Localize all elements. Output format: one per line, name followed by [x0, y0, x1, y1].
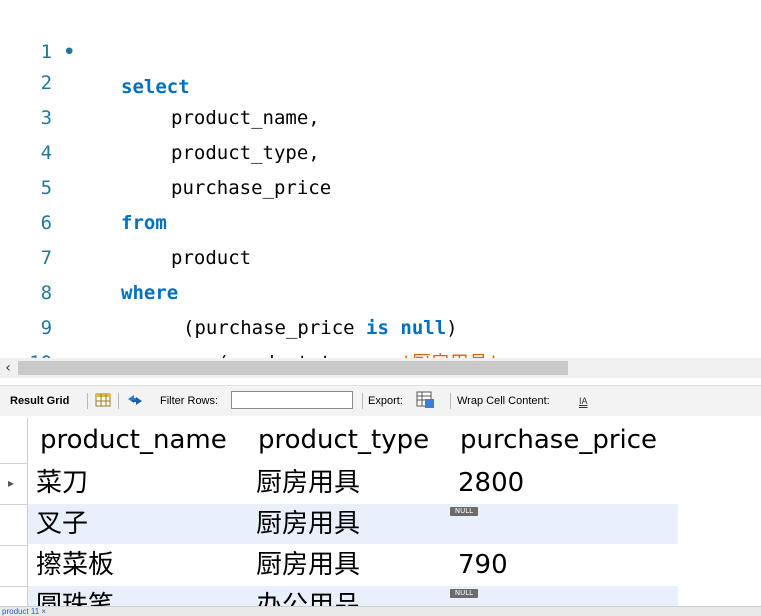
code-line: 6 product	[0, 171, 761, 269]
cell-product-type[interactable]: 厨房用具	[256, 545, 360, 585]
grid-layout-icon[interactable]	[95, 392, 111, 412]
filter-icon[interactable]	[126, 392, 144, 412]
cell-product-name[interactable]: 擦菜板	[36, 545, 114, 585]
toolbar-divider	[87, 393, 88, 409]
code-line: 2 product_name,	[0, 31, 761, 129]
cell-product-type[interactable]: 厨房用具	[256, 463, 360, 503]
sql-editor[interactable]: 1 • select 2 product_name, 3 product_typ…	[0, 0, 761, 409]
result-grid: product_name product_type purchase_price…	[0, 418, 761, 606]
cell-purchase-price[interactable]: 2800	[458, 463, 524, 503]
toolbar-divider	[118, 393, 119, 409]
cell-product-type[interactable]: 厨房用具	[256, 504, 360, 544]
horizontal-scrollbar[interactable]: ‹	[0, 358, 761, 378]
scrollbar-thumb[interactable]	[18, 361, 568, 375]
row-divider	[0, 586, 28, 587]
cell-product-name[interactable]: 叉子	[36, 504, 88, 544]
wrap-cell-content-label: Wrap Cell Content:	[457, 395, 550, 407]
result-grid-tab[interactable]: Result Grid	[10, 394, 69, 408]
code-line: 10 and purchase_price between 790 and 28…	[0, 311, 761, 409]
code-line: 8 (purchase_price is null)	[0, 241, 761, 339]
filter-rows-label: Filter Rows:	[160, 395, 219, 407]
cell-product-name[interactable]: 圆珠笔	[36, 586, 114, 606]
null-badge[interactable]: NULL	[450, 589, 478, 598]
table-row[interactable]: 圆珠笔 办公用品 NULL	[28, 586, 678, 606]
scroll-left-arrow-icon[interactable]: ‹	[0, 358, 16, 378]
column-header-product-name[interactable]: product_name	[40, 418, 227, 463]
code-line: 9 or (product_type = '厨房用具'	[0, 276, 761, 374]
null-badge[interactable]: NULL	[450, 507, 478, 516]
toolbar-divider	[450, 393, 451, 409]
code-line: 3 product_type,	[0, 66, 761, 164]
export-label: Export:	[368, 395, 403, 407]
toolbar-divider	[362, 393, 363, 409]
result-tab-product[interactable]: product 11 ×	[2, 607, 46, 616]
wrap-toggle-icon[interactable]: IA	[579, 394, 588, 408]
code-line: 4 purchase_price	[0, 101, 761, 199]
code-line: 7 where	[0, 206, 761, 304]
code-line: 1 • select	[0, 0, 761, 98]
table-row[interactable]: 菜刀 厨房用具 2800	[28, 463, 678, 503]
row-divider	[0, 504, 28, 505]
result-toolbar: Result Grid Filter Rows: Export: Wrap Ce…	[0, 385, 761, 416]
cell-product-type[interactable]: 办公用品	[256, 586, 360, 606]
column-header-product-type[interactable]: product_type	[258, 418, 429, 463]
result-tabs-bar: product 11 ×	[0, 606, 761, 616]
filter-rows-input[interactable]	[231, 391, 353, 409]
row-divider	[0, 545, 28, 546]
column-header-purchase-price[interactable]: purchase_price	[460, 418, 657, 463]
export-icon[interactable]	[416, 391, 436, 413]
cell-product-name[interactable]: 菜刀	[36, 463, 88, 503]
code-line: 5 from	[0, 136, 761, 234]
table-row[interactable]: 擦菜板 厨房用具 790	[28, 545, 678, 585]
current-row-arrow-icon: ▸	[8, 476, 15, 490]
table-row[interactable]: 叉子 厨房用具 NULL	[28, 504, 678, 544]
cell-purchase-price[interactable]: 790	[458, 545, 508, 585]
